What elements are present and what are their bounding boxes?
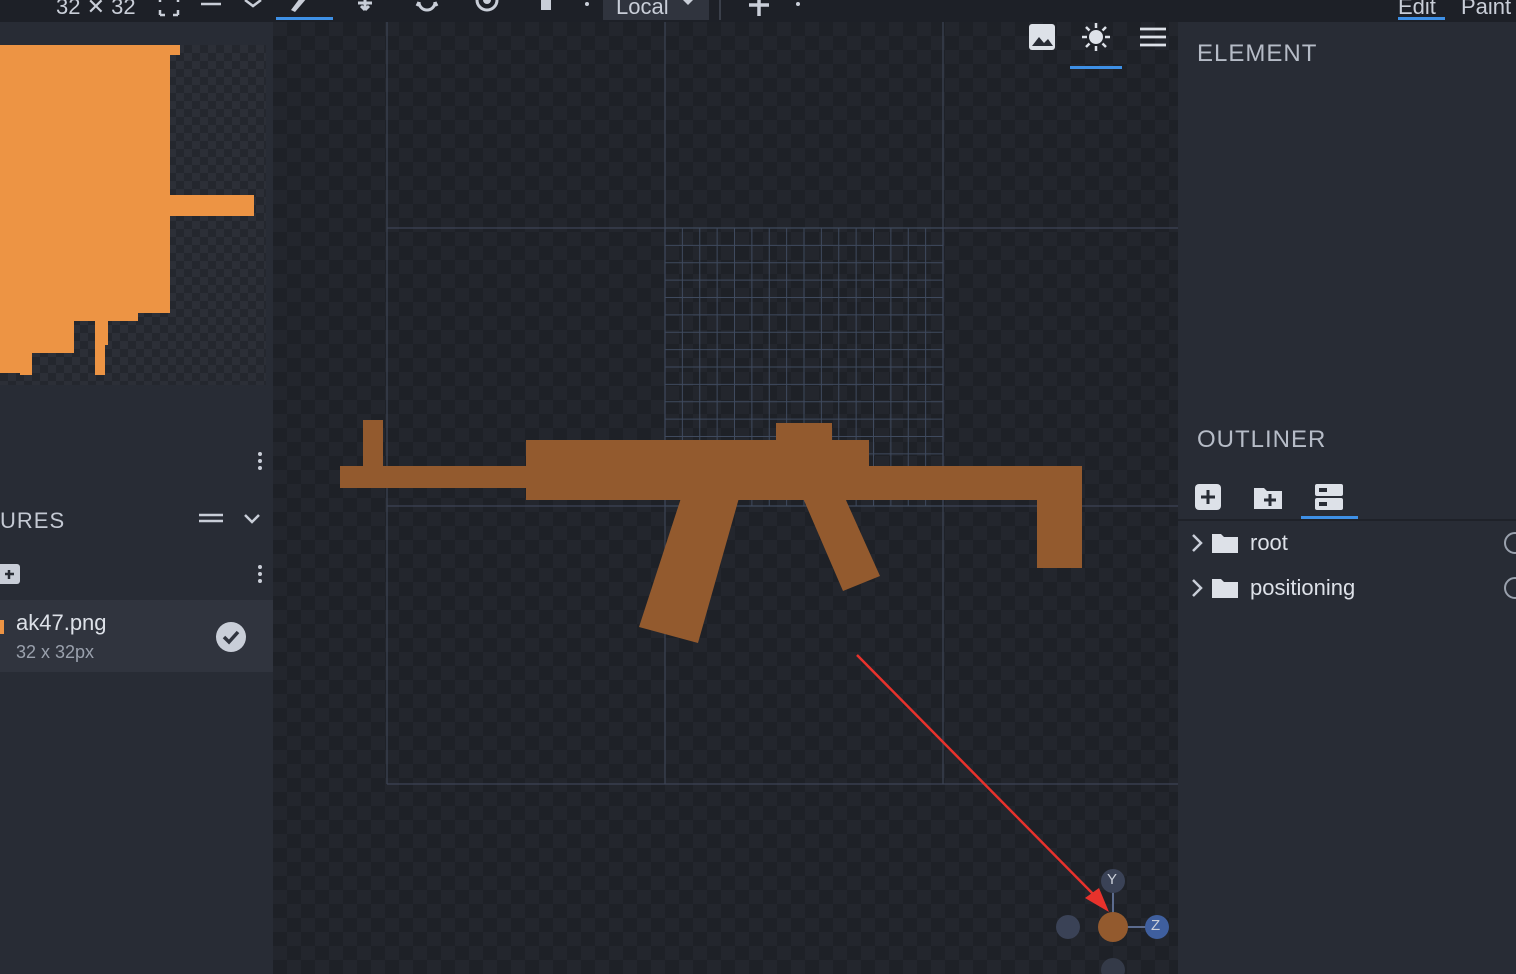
top-toolbar: 32 ✕ 32 Local Edit Paint [0,0,1516,22]
element-panel-title: ELEMENT [1197,40,1318,67]
viewport-scene [340,22,1178,974]
outliner-item-label: root [1250,530,1288,555]
texture-preview-image [0,45,254,375]
textures-more-icon[interactable] [257,565,263,586]
gizmo-y-label[interactable]: Y [1107,871,1117,888]
outliner-divider [1178,519,1516,521]
toolbar-divider [719,0,721,20]
floor-grid [386,22,1178,785]
transform-space-value: Local [616,0,669,19]
chevron-down-icon[interactable] [243,512,261,526]
outliner-item-positioning[interactable]: positioning [1178,569,1516,609]
visibility-icon[interactable] [1504,532,1516,554]
toggle-options-icon[interactable] [1314,482,1344,512]
transform-space-select[interactable]: Local [603,0,709,20]
visibility-icon[interactable] [1504,577,1516,599]
texture-size: 32 x 32px [16,642,95,662]
texture-list-item[interactable]: ak47.png 32 x 32px [0,600,273,672]
image-icon[interactable] [1027,22,1057,52]
folder-icon [1212,579,1238,598]
add-group-icon[interactable] [1253,482,1283,512]
right-panel: ELEMENT OUTLINER root positioning [1178,22,1516,974]
add-cube-icon[interactable] [1193,482,1223,512]
brightness-icon[interactable] [1081,22,1111,52]
texture-preview[interactable] [0,45,266,385]
rotate-icon[interactable] [414,0,440,18]
resolution-label: 32 ✕ 32 [56,0,136,19]
gizmo-z-label[interactable]: Z [1151,917,1160,934]
textures-section-title: URES [0,508,66,533]
add-texture-icon[interactable] [0,562,22,586]
3d-viewport[interactable]: Y Z [273,22,1178,974]
texture-name: ak47.png [16,610,107,635]
toolbar-more-icon[interactable] [795,2,801,9]
resize-icon[interactable] [528,0,554,18]
brush-icon[interactable] [286,0,312,18]
toolbar-more-icon[interactable] [584,2,590,9]
outliner-panel-title: OUTLINER [1197,426,1327,453]
chevron-down-icon[interactable] [240,0,266,18]
collapse-icon[interactable] [198,512,224,526]
brightness-active-indicator [1070,66,1122,69]
tab-paint[interactable]: Paint [1461,0,1511,20]
left-panel: URES ak47.png 32 x 32px [0,22,273,974]
fullscreen-icon[interactable] [156,0,182,18]
add-icon[interactable] [746,0,772,18]
chevron-right-icon[interactable] [1188,532,1206,554]
chevron-down-icon [683,0,693,5]
menu-icon[interactable] [198,0,224,18]
menu-icon[interactable] [1138,22,1168,52]
outliner-item-label: positioning [1250,575,1356,600]
tab-edit-underline [1398,17,1445,20]
texture-thumbnail [0,620,4,634]
preview-more-icon[interactable] [257,452,263,473]
folder-icon [1212,534,1238,553]
move-icon[interactable] [352,0,378,18]
chevron-right-icon[interactable] [1188,577,1206,599]
ak47-model [340,420,1082,643]
active-tool-indicator [276,17,333,20]
outliner-item-root[interactable]: root [1178,524,1516,564]
pivot-icon[interactable] [474,0,500,18]
check-circle-icon[interactable] [216,622,246,652]
